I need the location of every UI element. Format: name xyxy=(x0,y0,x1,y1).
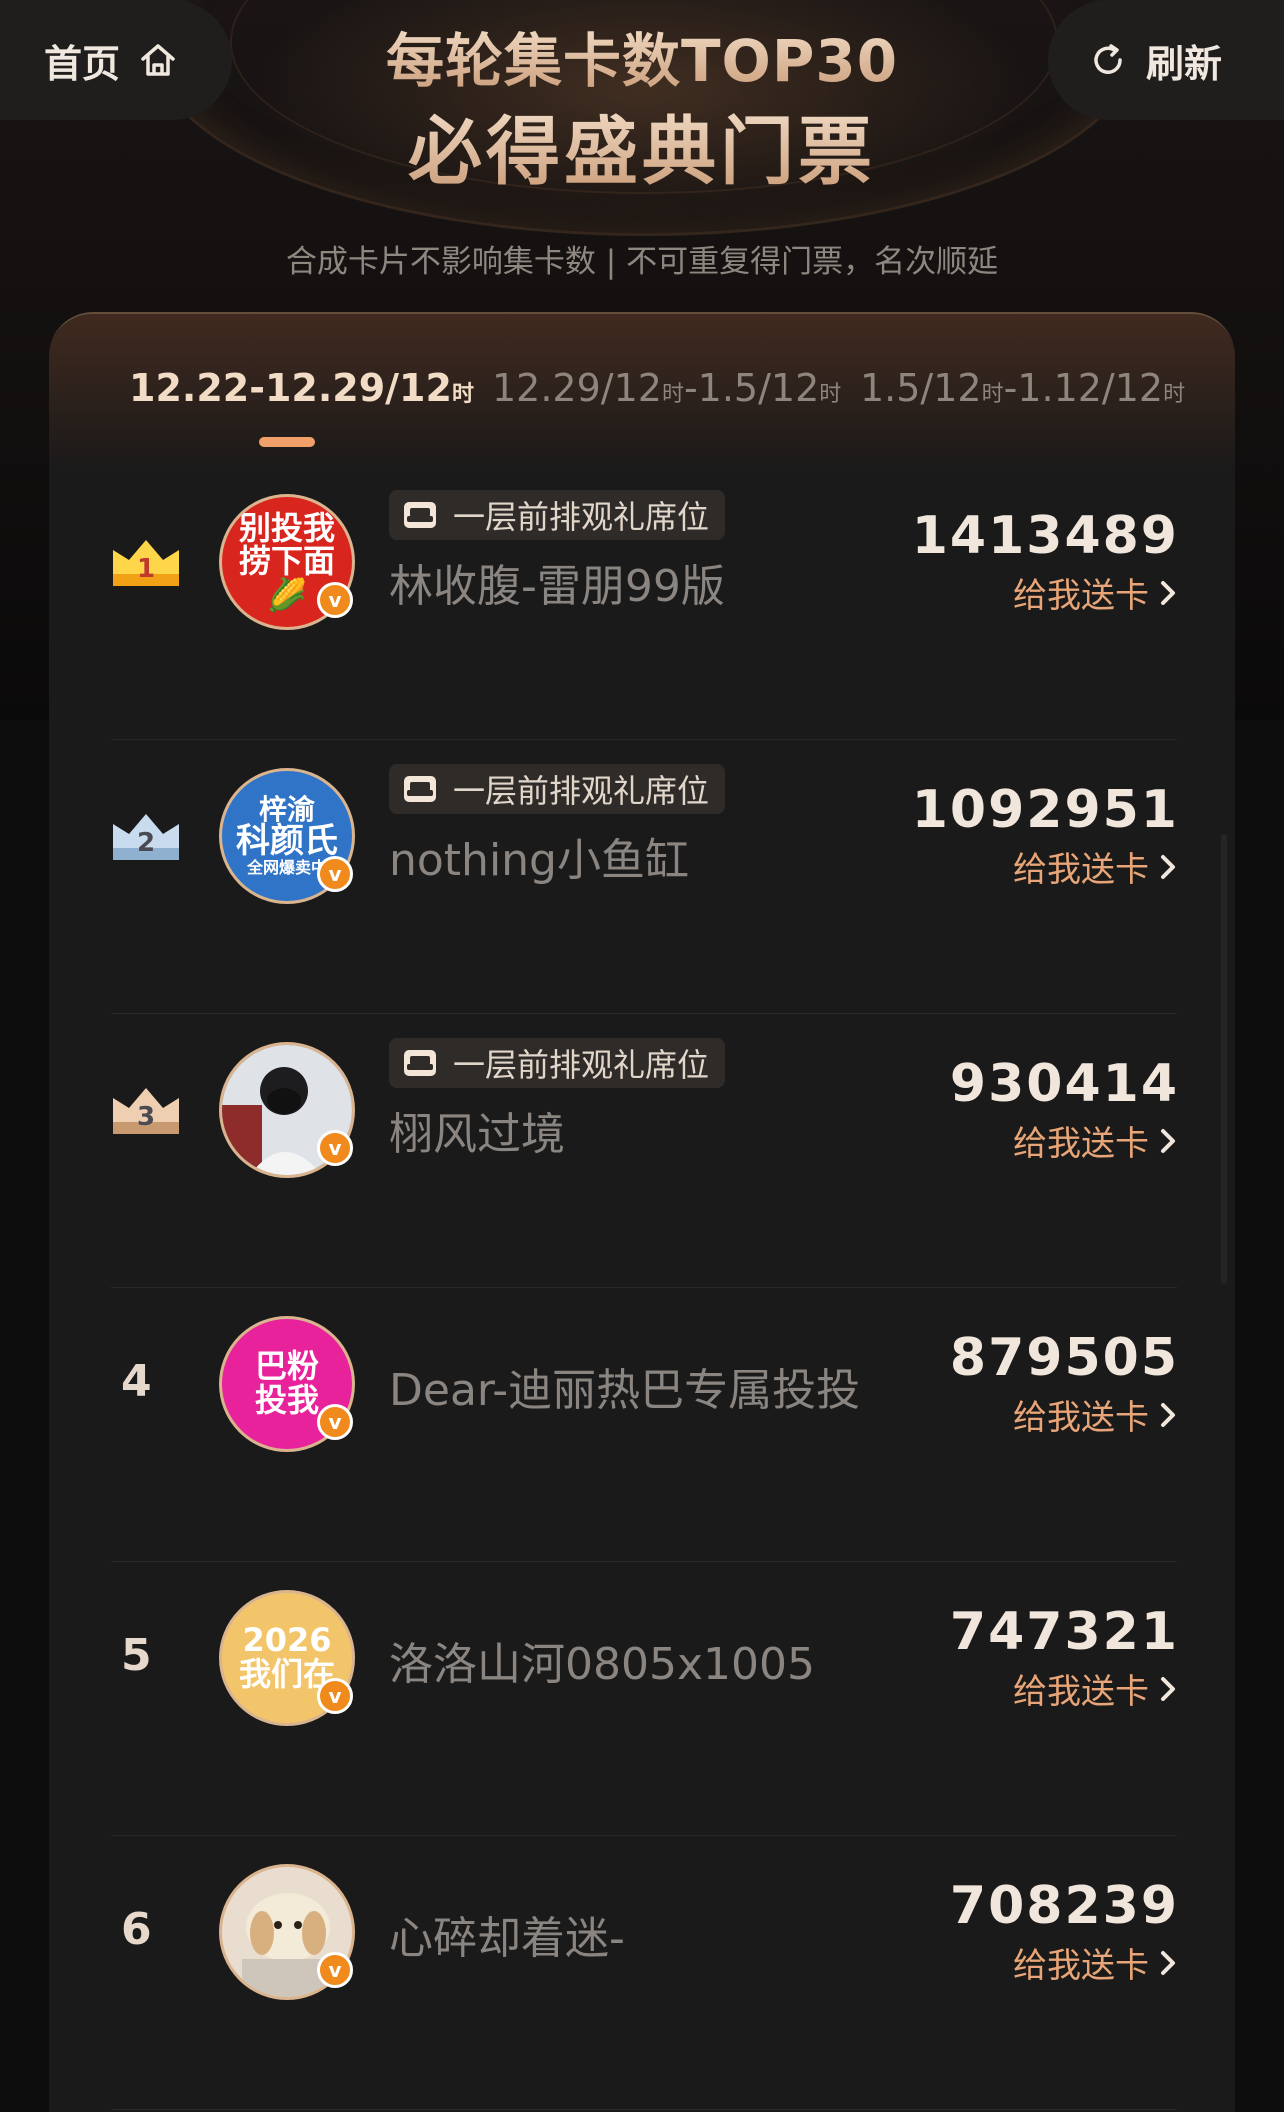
tab-round-3-end: -1.12/12 xyxy=(1003,366,1164,410)
user-name: 栩风过境 xyxy=(389,1109,565,1160)
verified-badge-icon: v xyxy=(317,1952,353,1988)
avatar-text: 科颜氏 xyxy=(236,821,338,862)
ranking-row[interactable]: 3 v 一层前排观礼席位 栩风过境 930414 给我送卡 xyxy=(49,1014,1235,1288)
send-card-label: 给我送卡 xyxy=(1013,1672,1149,1712)
tab-round-2-end-unit: 时 xyxy=(819,382,842,407)
page-title: 每轮集卡数TOP30 xyxy=(0,14,1284,98)
send-card-button[interactable]: 给我送卡 xyxy=(1013,1116,1177,1165)
rank-number: 3 xyxy=(137,1102,155,1132)
user-name: nothing小鱼缸 xyxy=(389,835,689,886)
seat-badge-label: 一层前排观礼席位 xyxy=(453,772,710,810)
send-card-label: 给我送卡 xyxy=(1013,1124,1149,1164)
send-card-label: 给我送卡 xyxy=(1013,1398,1149,1438)
user-name: Dear-迪丽热巴专属投投 xyxy=(389,1365,861,1416)
chevron-right-icon xyxy=(1161,1950,1175,1975)
tab-round-3-end-unit: 时 xyxy=(1163,382,1186,407)
seat-badge: 一层前排观礼席位 xyxy=(389,764,726,814)
verified-badge-icon: v xyxy=(317,1404,353,1440)
chevron-right-icon xyxy=(1161,1676,1175,1701)
chevron-right-icon xyxy=(1161,1128,1175,1153)
ranking-row[interactable]: 5 2026 我们在 v 洛洛山河0805x1005 747321 给我送卡 xyxy=(49,1562,1235,1836)
avatar-text: 巴粉 xyxy=(254,1347,319,1386)
row-divider xyxy=(111,2109,1177,2110)
send-card-button[interactable]: 给我送卡 xyxy=(1013,1390,1177,1439)
card-count: 930414 xyxy=(949,1054,1179,1114)
rank-number: 5 xyxy=(121,1630,152,1681)
tab-round-2-end: -1.5/12 xyxy=(683,366,820,410)
rank-number: 1 xyxy=(137,554,155,584)
tab-round-2[interactable]: 12.29/12时-1.5/12时 xyxy=(492,366,841,410)
send-card-label: 给我送卡 xyxy=(1013,576,1149,616)
chevron-right-icon xyxy=(1161,1402,1175,1427)
seat-badge: 一层前排观礼席位 xyxy=(389,490,726,540)
card-count: 879505 xyxy=(949,1328,1179,1388)
ranking-row[interactable]: 1 别投我 捞下面🌽 v 一层前排观礼席位 林收腹-雷朋99版 1413489 给我送… xyxy=(49,466,1235,740)
ranking-row[interactable]: 2 梓渝 科颜氏 全网爆卖中 v 一层前排观礼席位 nothing小鱼缸 1092951… xyxy=(49,740,1235,1014)
avatar-text: 2026 xyxy=(242,1621,332,1660)
send-card-button[interactable]: 给我送卡 xyxy=(1013,842,1177,891)
send-card-button[interactable]: 给我送卡 xyxy=(1013,1938,1177,1987)
send-card-button[interactable]: 给我送卡 xyxy=(1013,1664,1177,1713)
rank-crown-icon: 3 xyxy=(111,1082,181,1138)
avatar-text: 梓渝 xyxy=(258,793,315,827)
user-name: 洛洛山河0805x1005 xyxy=(389,1639,815,1690)
seat-badge: 一层前排观礼席位 xyxy=(389,1038,726,1088)
seat-badge-label: 一层前排观礼席位 xyxy=(453,1046,710,1084)
tab-round-2-start-unit: 时 xyxy=(661,382,684,407)
card-count: 1092951 xyxy=(911,780,1179,840)
rules-note: 合成卡片不影响集卡数 | 不可重复得门票，名次顺延 xyxy=(285,244,999,280)
user-name: 心碎却着迷- xyxy=(389,1913,625,1964)
verified-badge-icon: v xyxy=(317,1678,353,1714)
sofa-icon xyxy=(404,1050,436,1076)
seat-badge-label: 一层前排观礼席位 xyxy=(453,498,710,536)
card-count: 708239 xyxy=(949,1876,1179,1936)
verified-badge-icon: v xyxy=(317,582,353,618)
send-card-label: 给我送卡 xyxy=(1013,1946,1149,1986)
active-tab-indicator xyxy=(259,437,315,447)
verified-badge-icon: v xyxy=(317,856,353,892)
page-subtitle-title: 必得盛典门票 xyxy=(0,92,1284,199)
rank-crown-icon: 1 xyxy=(111,534,181,590)
card-count: 747321 xyxy=(949,1602,1179,1662)
avatar-text: 全网爆卖中 xyxy=(246,858,327,878)
send-card-button[interactable]: 给我送卡 xyxy=(1013,568,1177,617)
user-name: 林收腹-雷朋99版 xyxy=(389,561,725,612)
tab-round-1[interactable]: 12.22-12.29/12时 xyxy=(129,366,474,410)
avatar-text: 投我 xyxy=(254,1381,319,1419)
verified-badge-icon: v xyxy=(317,1130,353,1166)
chevron-right-icon xyxy=(1161,854,1175,879)
card-count: 1413489 xyxy=(911,506,1179,566)
rank-number: 2 xyxy=(137,828,155,858)
sofa-icon xyxy=(404,502,436,528)
avatar-text: 别投我 xyxy=(238,508,335,547)
tab-round-2-start: 12.29/12 xyxy=(492,366,662,410)
ranking-panel: 12.22-12.29/12时 12.29/12时-1.5/12时 1.5/12… xyxy=(49,312,1235,2112)
ranking-row[interactable]: 6 v 心碎却着迷- 708239 给我送卡 xyxy=(49,1836,1235,2110)
rank-number: 6 xyxy=(121,1904,152,1955)
scrollbar[interactable] xyxy=(1221,834,1227,1284)
rank-number: 4 xyxy=(121,1356,152,1407)
tab-round-1-unit: 时 xyxy=(451,382,474,407)
send-card-label: 给我送卡 xyxy=(1013,850,1149,890)
tab-round-3-start-unit: 时 xyxy=(981,382,1004,407)
tab-round-3[interactable]: 1.5/12时-1.12/12时 xyxy=(860,366,1185,410)
tab-round-3-start: 1.5/12 xyxy=(860,366,982,410)
chevron-right-icon xyxy=(1161,580,1175,605)
ranking-row[interactable]: 4 巴粉 投我 v Dear-迪丽热巴专属投投 879505 给我送卡 xyxy=(49,1288,1235,1562)
rank-crown-icon: 2 xyxy=(111,808,181,864)
tab-round-1-label: 12.22-12.29/12 xyxy=(129,366,452,410)
sofa-icon xyxy=(404,776,436,802)
